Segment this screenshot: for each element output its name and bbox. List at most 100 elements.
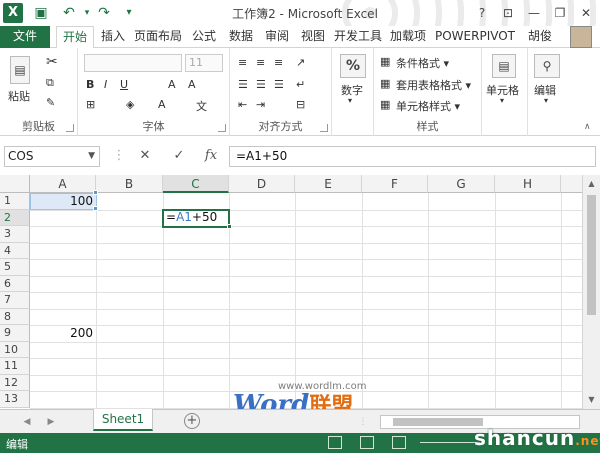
tab-formulas[interactable]: 公式 — [186, 26, 222, 48]
column-header-a[interactable]: A — [30, 175, 96, 193]
column-header-e[interactable]: E — [295, 175, 362, 193]
conditional-format-icon[interactable]: ▦ — [380, 55, 390, 68]
tab-addins[interactable]: 加载项 — [386, 26, 430, 48]
row-header-2[interactable]: 2 — [0, 209, 30, 226]
font-color-icon[interactable]: A — [158, 98, 166, 111]
row-header-8[interactable]: 8 — [0, 308, 30, 325]
cancel-button[interactable]: ✕ — [134, 147, 156, 165]
next-sheet-icon[interactable]: ▶ — [44, 415, 58, 429]
orientation-icon[interactable]: ↗ — [296, 56, 305, 69]
format-painter-icon[interactable]: ✎ — [46, 96, 55, 109]
align-left-icon[interactable]: ☰ — [238, 78, 248, 91]
insert-function-button[interactable]: fx — [200, 147, 222, 165]
increase-indent-icon[interactable]: ⇥ — [256, 98, 265, 111]
cell-a9[interactable]: 200 — [30, 325, 96, 341]
formula-input[interactable]: =A1+50 — [229, 146, 596, 167]
align-top-icon[interactable]: ≡ — [238, 56, 247, 69]
cells-icon[interactable]: ▤ — [492, 54, 516, 78]
scroll-up-icon[interactable]: ▲ — [583, 177, 600, 191]
cells-dropdown-icon[interactable]: ▾ — [500, 96, 504, 105]
align-center-icon[interactable]: ☰ — [256, 78, 266, 91]
decrease-indent-icon[interactable]: ⇤ — [238, 98, 247, 111]
align-right-icon[interactable]: ☰ — [274, 78, 284, 91]
percent-icon[interactable]: % — [340, 54, 366, 78]
column-header-g[interactable]: G — [428, 175, 495, 193]
font-shrink-icon[interactable]: A — [188, 78, 196, 91]
column-header-c[interactable]: C — [163, 175, 229, 193]
cell-a1[interactable]: 100 — [30, 193, 96, 209]
ribbon-display-button[interactable]: ⊡ — [496, 4, 520, 22]
italic-icon[interactable]: I — [104, 78, 107, 91]
font-launcher-icon[interactable] — [218, 124, 226, 132]
zoom-slider[interactable] — [420, 442, 480, 443]
row-header-10[interactable]: 10 — [0, 341, 30, 358]
add-sheet-button[interactable]: + — [184, 413, 200, 429]
conditional-format-button[interactable]: 条件格式 ▾ — [396, 55, 449, 71]
redo-icon[interactable]: ↷ — [95, 3, 113, 23]
table-format-button[interactable]: 套用表格格式 ▾ — [396, 77, 471, 93]
tab-insert[interactable]: 插入 — [96, 26, 130, 48]
binoculars-icon[interactable]: ⚲ — [534, 54, 560, 78]
row-header-13[interactable]: 13 — [0, 391, 30, 408]
column-header-f[interactable]: F — [362, 175, 428, 193]
column-header-d[interactable]: D — [229, 175, 295, 193]
row-header-3[interactable]: 3 — [0, 226, 30, 243]
select-all-corner[interactable] — [0, 175, 30, 193]
alignment-launcher-icon[interactable] — [320, 124, 328, 132]
scroll-down-icon[interactable]: ▼ — [583, 393, 600, 407]
restore-button[interactable]: ❐ — [548, 4, 572, 22]
row-header-6[interactable]: 6 — [0, 275, 30, 292]
horizontal-scroll-thumb[interactable] — [393, 418, 483, 426]
tab-home[interactable]: 开始 — [56, 26, 94, 49]
avatar[interactable] — [570, 26, 592, 48]
align-middle-icon[interactable]: ≡ — [256, 56, 265, 69]
copy-icon[interactable]: ⧉ — [46, 76, 54, 90]
sheet-tab-sheet1[interactable]: Sheet1 — [93, 409, 153, 431]
bold-icon[interactable]: B — [86, 78, 94, 91]
fill-color-icon[interactable]: ◈ — [126, 98, 134, 111]
page-break-view-icon[interactable] — [392, 436, 406, 449]
worksheet-grid[interactable]: A B C D E F G H 1 2 3 4 5 6 7 8 9 10 11 … — [0, 175, 582, 409]
tab-powerpivot[interactable]: POWERPIVOT — [432, 26, 518, 48]
normal-view-icon[interactable] — [328, 436, 342, 449]
tab-developer[interactable]: 开发工具 — [332, 26, 384, 48]
customize-toolbar-icon[interactable]: ▾ — [120, 3, 138, 23]
close-button[interactable]: ✕ — [574, 4, 598, 22]
underline-icon[interactable]: U — [120, 78, 128, 91]
save-icon[interactable]: ▣ — [32, 3, 50, 23]
cell-styles-button[interactable]: 单元格样式 ▾ — [396, 98, 460, 114]
editing-dropdown-icon[interactable]: ▾ — [544, 96, 548, 105]
cut-icon[interactable]: ✂ — [46, 54, 58, 70]
font-grow-icon[interactable]: A — [168, 78, 176, 91]
prev-sheet-icon[interactable]: ◀ — [20, 415, 34, 429]
table-format-icon[interactable]: ▦ — [380, 77, 390, 90]
cell-styles-icon[interactable]: ▦ — [380, 98, 390, 111]
tab-file[interactable]: 文件 — [0, 26, 50, 48]
name-box[interactable]: COS ▼ — [4, 146, 100, 167]
undo-dropdown-icon[interactable]: ▾ — [78, 3, 96, 23]
tab-data[interactable]: 数据 — [224, 26, 258, 48]
help-button[interactable]: ? — [470, 4, 494, 22]
active-cell-c2[interactable]: =A1+50 — [162, 208, 230, 228]
paste-icon[interactable]: ▤ — [10, 56, 30, 84]
font-name-box[interactable] — [84, 54, 182, 72]
row-header-7[interactable]: 7 — [0, 292, 30, 309]
row-header-11[interactable]: 11 — [0, 358, 30, 375]
collapse-ribbon-icon[interactable]: ∧ — [584, 122, 591, 132]
user-name[interactable]: 胡俊 — [522, 26, 558, 48]
vertical-scrollbar[interactable]: ▲ ▼ — [582, 175, 600, 409]
vertical-scroll-thumb[interactable] — [587, 195, 596, 315]
row-header-5[interactable]: 5 — [0, 259, 30, 276]
row-header-12[interactable]: 12 — [0, 374, 30, 391]
tab-view[interactable]: 视图 — [296, 26, 330, 48]
minimize-button[interactable]: — — [522, 4, 546, 22]
row-header-4[interactable]: 4 — [0, 242, 30, 259]
phonetic-icon[interactable]: 文 — [196, 98, 207, 114]
fill-handle[interactable] — [227, 224, 232, 229]
undo-icon[interactable]: ↶ — [60, 3, 78, 23]
font-size-box[interactable]: 11 — [185, 54, 223, 72]
row-header-9[interactable]: 9 — [0, 325, 30, 342]
number-dropdown-icon[interactable]: ▾ — [348, 96, 352, 105]
align-bottom-icon[interactable]: ≡ — [274, 56, 283, 69]
row-header-1[interactable]: 1 — [0, 193, 30, 210]
